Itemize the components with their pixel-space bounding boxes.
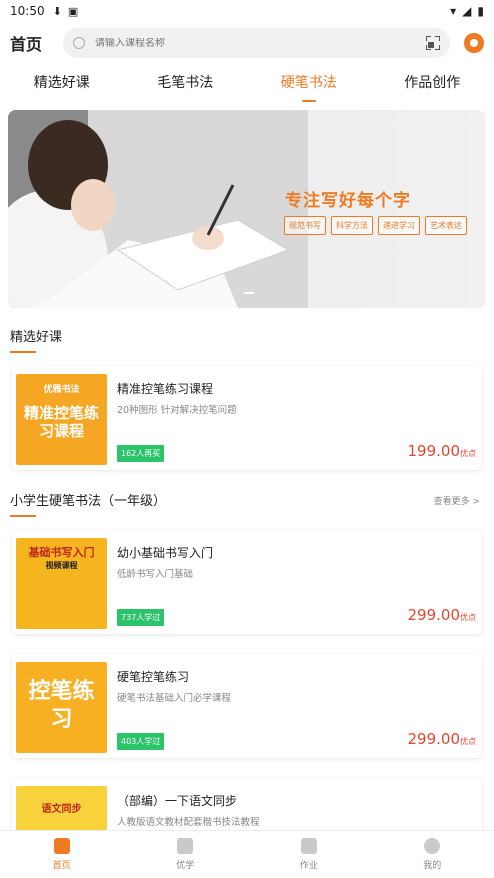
home-icon bbox=[53, 838, 70, 854]
scan-icon[interactable] bbox=[426, 36, 441, 50]
learners-badge: 162人再买 bbox=[117, 445, 165, 462]
wifi-icon: ▾ bbox=[450, 4, 457, 18]
top-bar: 首页 bbox=[0, 26, 494, 60]
course-desc: 硬笔书法基础入门必学课程 bbox=[117, 693, 232, 704]
course-price: 299.00优点 bbox=[408, 730, 477, 748]
banner-tag: 艺术表达 bbox=[425, 216, 467, 235]
status-bar: 10:50 ⬇ ▣ ▾ ◢ ▮ bbox=[0, 0, 494, 22]
nav-label: 首页 bbox=[52, 861, 71, 871]
banner-tag: 科学方法 bbox=[331, 216, 373, 235]
course-desc: 人教版语文教材配套楷书技法教程 bbox=[117, 817, 260, 828]
category-tabs: 精选好课 毛笔书法 硬笔书法 作品创作 bbox=[0, 70, 494, 104]
thumb-title: 语文同步 bbox=[41, 804, 82, 815]
tab-brush-calligraphy[interactable]: 毛笔书法 bbox=[124, 70, 248, 104]
price-value: 299.00 bbox=[407, 606, 461, 624]
price-value: 199.00 bbox=[407, 442, 461, 460]
banner-tag: 递进学习 bbox=[378, 216, 420, 235]
banner-photo bbox=[8, 110, 308, 308]
course-price: 299.00优点 bbox=[408, 606, 477, 624]
thumb-subtitle: 视频课程 bbox=[45, 561, 78, 570]
status-time: 10:50 bbox=[10, 4, 45, 18]
course-card[interactable]: 基础书写入门 视频课程 幼小基础书写入门 低龄书写入门基础 737人学过 299… bbox=[12, 530, 482, 634]
featured-section-title: 精选好课 bbox=[10, 326, 62, 353]
course-card[interactable]: 控笔练习 硬笔控笔练习 硬笔书法基础入门必学课程 403人学过 299.00优点 bbox=[12, 654, 482, 758]
course-desc: 低龄书写入门基础 bbox=[117, 569, 194, 580]
page-title: 首页 bbox=[10, 35, 43, 54]
section-title-text: 精选好课 bbox=[10, 330, 63, 345]
tab-works[interactable]: 作品创作 bbox=[371, 70, 494, 104]
banner-slogan: 专注写好每个字 bbox=[285, 191, 411, 211]
signal-icon: ◢ bbox=[462, 4, 472, 18]
course-title: （部编）一下语文同步 bbox=[117, 794, 238, 808]
course-thumbnail: 优雅书法 精准控笔练习课程 bbox=[16, 374, 107, 465]
nav-homework[interactable]: 作业 bbox=[247, 831, 371, 878]
alarm-clock-icon[interactable] bbox=[464, 33, 484, 53]
nav-label: 作业 bbox=[299, 861, 318, 871]
course-thumbnail: 控笔练习 bbox=[16, 662, 107, 753]
search-icon bbox=[73, 37, 85, 49]
tab-featured[interactable]: 精选好课 bbox=[0, 70, 124, 104]
thumb-title: 精准控笔练习课程 bbox=[23, 404, 99, 440]
course-title: 精准控笔练习课程 bbox=[117, 382, 214, 396]
book-icon bbox=[177, 838, 194, 854]
profile-icon bbox=[424, 838, 441, 854]
thumb-title: 控笔练习 bbox=[28, 679, 95, 732]
nav-label: 我的 bbox=[423, 861, 442, 871]
download-icon: ⬇ bbox=[52, 4, 62, 18]
section-underline bbox=[10, 515, 36, 517]
status-right: ▾ ◢ ▮ bbox=[450, 4, 484, 18]
homework-icon bbox=[300, 838, 317, 854]
thumb-title: 基础书写入门 bbox=[28, 546, 95, 559]
banner-tag: 规范书写 bbox=[284, 216, 326, 235]
nav-profile[interactable]: 我的 bbox=[371, 831, 494, 878]
tab-pen-calligraphy[interactable]: 硬笔书法 bbox=[247, 70, 371, 104]
app-notification-icon: ▣ bbox=[67, 4, 79, 18]
view-more-link[interactable]: 查看更多 > bbox=[434, 494, 480, 507]
learners-badge: 403人学过 bbox=[117, 733, 165, 750]
nav-home[interactable]: 首页 bbox=[0, 831, 124, 878]
course-card[interactable]: 优雅书法 精准控笔练习课程 精准控笔练习课程 20种图形 针对解决控笔问题 16… bbox=[12, 366, 482, 470]
course-desc: 20种图形 针对解决控笔问题 bbox=[117, 405, 237, 416]
price-value: 299.00 bbox=[407, 730, 461, 748]
banner-tags: 规范书写 科学方法 递进学习 艺术表达 bbox=[284, 216, 467, 235]
battery-icon: ▮ bbox=[477, 4, 484, 18]
course-title: 幼小基础书写入门 bbox=[117, 546, 214, 560]
section-underline bbox=[10, 351, 36, 353]
price-unit: 优点 bbox=[460, 737, 476, 746]
learners-badge: 737人学过 bbox=[117, 609, 165, 626]
section-title-text: 小学生硬笔书法（一年级） bbox=[10, 494, 167, 509]
course-price: 199.00优点 bbox=[408, 442, 477, 460]
promo-banner[interactable]: 专注写好每个字 规范书写 科学方法 递进学习 艺术表达 bbox=[8, 110, 486, 308]
price-unit: 优点 bbox=[460, 613, 476, 622]
thumb-brand: 优雅书法 bbox=[43, 385, 80, 395]
nav-learn[interactable]: 优学 bbox=[124, 831, 248, 878]
price-unit: 优点 bbox=[460, 449, 476, 458]
search-bar[interactable] bbox=[63, 28, 451, 58]
nav-label: 优学 bbox=[176, 861, 195, 871]
course-thumbnail: 基础书写入门 视频课程 bbox=[16, 538, 107, 629]
bottom-nav: 首页 优学 作业 我的 bbox=[0, 830, 494, 878]
grade-section-title: 小学生硬笔书法（一年级） bbox=[10, 490, 166, 517]
course-title: 硬笔控笔练习 bbox=[117, 670, 190, 684]
search-input[interactable] bbox=[95, 37, 427, 49]
carousel-indicator bbox=[244, 292, 254, 294]
